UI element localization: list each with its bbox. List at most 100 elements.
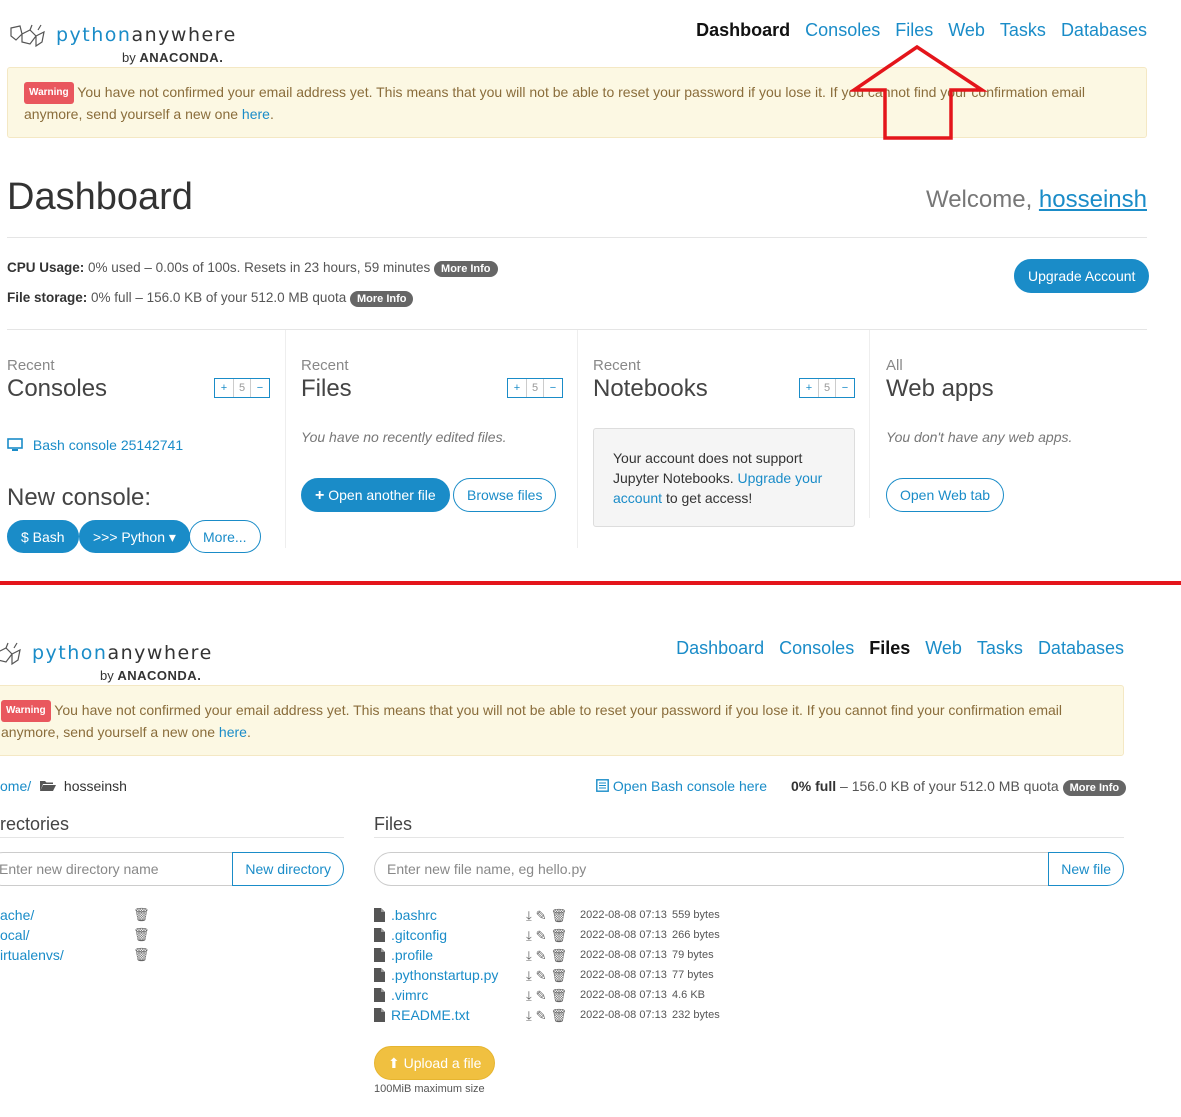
directory-list: ache/🗑 ocal/🗑 irtualenvs/🗑 xyxy=(0,905,160,965)
resend-email-link[interactable]: here xyxy=(242,106,270,122)
new-directory-button[interactable]: New directory xyxy=(232,852,344,886)
cpu-usage: CPU Usage: 0% used – 0.00s of 100s. Rese… xyxy=(7,260,498,277)
folder-open-icon xyxy=(40,781,57,791)
webapps-subtitle: All xyxy=(886,357,903,374)
breadcrumb-home[interactable]: ome/ xyxy=(0,778,31,794)
trash-icon[interactable]: 🗑 xyxy=(550,968,567,983)
trash-icon[interactable]: 🗑 xyxy=(550,988,567,1003)
new-directory-input[interactable]: Enter new directory name xyxy=(0,852,233,886)
edit-icon[interactable]: ✎ xyxy=(536,928,547,943)
python-dropdown-button[interactable]: >>> Python ▾ xyxy=(79,520,190,553)
file-link[interactable]: .vimrc xyxy=(391,987,428,1003)
username-link[interactable]: hosseinsh xyxy=(1039,186,1147,213)
new-console-label: New console: xyxy=(7,484,152,511)
trash-icon[interactable]: 🗑 xyxy=(550,948,567,963)
download-icon[interactable]: ⤓ xyxy=(526,1008,532,1023)
download-icon[interactable]: ⤓ xyxy=(526,948,532,963)
download-icon[interactable]: ⤓ xyxy=(526,928,532,943)
upload-file-button[interactable]: ⬆ Upload a file xyxy=(374,1046,496,1080)
nav-files[interactable]: Files xyxy=(869,638,910,658)
minus-icon[interactable]: − xyxy=(544,379,562,397)
open-web-tab-button[interactable]: Open Web tab xyxy=(886,478,1005,512)
file-size: 79 bytes xyxy=(672,949,714,961)
storage-more-info[interactable]: More Info xyxy=(349,291,414,307)
new-file-button[interactable]: New file xyxy=(1048,852,1124,886)
top-nav: Dashboard Consoles Files Web Tasks Databases xyxy=(681,20,1147,41)
trash-icon[interactable]: 🗑 xyxy=(133,907,150,923)
logo-by: by xyxy=(122,50,136,65)
nav-databases[interactable]: Databases xyxy=(1038,638,1124,658)
monitor-icon xyxy=(7,438,23,451)
new-file-form: Enter new file name, eg hello.py New fil… xyxy=(374,852,1124,886)
file-date: 2022-08-08 07:13 xyxy=(580,989,667,1001)
file-link[interactable]: .pythonstartup.py xyxy=(391,967,498,983)
notebooks-count-stepper[interactable]: +5− xyxy=(799,378,855,398)
minus-icon[interactable]: − xyxy=(251,379,269,397)
snake-logo-icon xyxy=(10,24,45,48)
logo-anaconda: ANACONDA. xyxy=(139,50,224,65)
more-consoles-button[interactable]: More... xyxy=(189,520,261,553)
file-link[interactable]: .gitconfig xyxy=(391,927,447,943)
warning-text: You have not confirmed your email addres… xyxy=(1,702,1063,740)
trash-icon[interactable]: 🗑 xyxy=(550,1008,567,1023)
cpu-more-info[interactable]: More Info xyxy=(434,261,498,277)
nav-web[interactable]: Web xyxy=(925,638,962,658)
nav-tasks[interactable]: Tasks xyxy=(977,638,1023,658)
nav-consoles[interactable]: Consoles xyxy=(779,638,854,658)
logo-python: python xyxy=(56,24,132,46)
files-count-stepper[interactable]: +5− xyxy=(507,378,563,398)
file-date: 2022-08-08 07:13 xyxy=(580,949,667,961)
trash-icon[interactable]: 🗑 xyxy=(133,947,150,963)
open-bash-here-link[interactable]: Open Bash console here xyxy=(596,778,767,794)
console-item[interactable]: Bash console 25142741 xyxy=(7,437,183,453)
file-size: 77 bytes xyxy=(672,969,714,981)
edit-icon[interactable]: ✎ xyxy=(536,988,547,1003)
list-item: ocal/🗑 xyxy=(0,927,150,943)
trash-icon[interactable]: 🗑 xyxy=(133,927,150,943)
nav-files[interactable]: Files xyxy=(895,20,933,40)
quota-more-info[interactable]: More Info xyxy=(1062,780,1127,796)
bash-button[interactable]: $ Bash xyxy=(7,520,79,553)
files-subtitle: Recent xyxy=(301,357,349,374)
plus-icon[interactable]: + xyxy=(800,379,818,397)
file-date: 2022-08-08 07:13 xyxy=(580,969,667,981)
column-divider xyxy=(285,330,286,548)
download-icon[interactable]: ⤓ xyxy=(526,968,532,983)
nav-tasks[interactable]: Tasks xyxy=(1000,20,1046,40)
nav-dashboard[interactable]: Dashboard xyxy=(676,638,764,658)
nav-consoles[interactable]: Consoles xyxy=(805,20,880,40)
directories-header: rectories xyxy=(0,814,70,834)
upgrade-account-button[interactable]: Upgrade Account xyxy=(1014,259,1150,293)
plus-icon[interactable]: + xyxy=(215,379,233,397)
consoles-count-stepper[interactable]: +5− xyxy=(214,378,270,398)
file-row: .profile ⤓ ✎ 🗑 2022-08-08 07:13 79 bytes xyxy=(374,945,734,965)
warning-badge: Warning xyxy=(24,82,74,104)
edit-icon[interactable]: ✎ xyxy=(536,908,547,923)
download-icon[interactable]: ⤓ xyxy=(526,988,532,1003)
nav-web[interactable]: Web xyxy=(948,20,985,40)
file-link[interactable]: README.txt xyxy=(391,1007,470,1023)
nav-dashboard[interactable]: Dashboard xyxy=(696,20,790,40)
file-icon xyxy=(374,928,385,942)
resend-email-link[interactable]: here xyxy=(219,724,247,740)
file-link[interactable]: .bashrc xyxy=(391,907,437,923)
open-another-file-button[interactable]: + Open another file xyxy=(301,478,450,512)
file-icon xyxy=(374,908,385,922)
welcome-text: Welcome, hosseinsh xyxy=(925,186,1147,213)
trash-icon[interactable]: 🗑 xyxy=(550,908,567,923)
file-link[interactable]: .profile xyxy=(391,947,433,963)
edit-icon[interactable]: ✎ xyxy=(536,948,547,963)
browse-files-button[interactable]: Browse files xyxy=(453,478,557,512)
edit-icon[interactable]: ✎ xyxy=(536,1008,547,1023)
trash-icon[interactable]: 🗑 xyxy=(550,928,567,943)
plus-icon[interactable]: + xyxy=(508,379,526,397)
no-webapps-text: You don't have any web apps. xyxy=(886,429,1073,445)
download-icon[interactable]: ⤓ xyxy=(526,908,532,923)
new-file-input[interactable]: Enter new file name, eg hello.py xyxy=(374,852,1049,886)
nav-databases[interactable]: Databases xyxy=(1061,20,1147,40)
divider xyxy=(0,837,344,838)
edit-icon[interactable]: ✎ xyxy=(536,968,547,983)
minus-icon[interactable]: − xyxy=(836,379,854,397)
column-divider xyxy=(869,330,870,518)
file-row: .bashrc ⤓ ✎ 🗑 2022-08-08 07:13 559 bytes xyxy=(374,905,734,925)
